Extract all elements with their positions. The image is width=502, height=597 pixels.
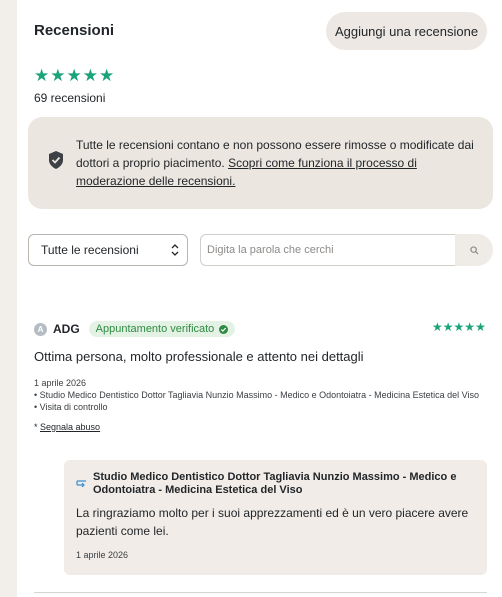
verified-badge-label: Appuntamento verificato <box>95 323 215 335</box>
star-icon: ★ <box>442 320 454 334</box>
avatar: A <box>34 322 47 336</box>
review-meta: 1 aprile 2026 • Studio Medico Dentistico… <box>34 377 479 413</box>
chevron-up-down-icon <box>171 244 179 256</box>
divider <box>34 592 487 593</box>
star-icon: ★ <box>66 66 82 85</box>
search-input[interactable] <box>200 234 456 266</box>
add-review-button[interactable]: Aggiungi una recensione <box>326 12 487 50</box>
search-icon <box>469 245 479 255</box>
reply-arrow-icon <box>76 480 86 488</box>
star-icon: ★ <box>99 66 115 85</box>
reviews-filter-select[interactable]: Tutte le recensioni <box>28 234 188 266</box>
search-button[interactable] <box>455 234 493 266</box>
reply-text: La ringraziamo molto per i suoi apprezza… <box>76 506 469 538</box>
verified-badge: Appuntamento verificato <box>88 321 236 337</box>
doctor-reply: Studio Medico Dentistico Dottor Tagliavi… <box>64 460 487 575</box>
shield-check-icon <box>49 151 63 169</box>
section-title: Recensioni <box>34 22 115 39</box>
star-icon: ★ <box>34 66 50 85</box>
review-date: 1 aprile 2026 <box>34 378 87 388</box>
review-header: A ADG Appuntamento verificato <box>34 321 236 337</box>
report-abuse: * Segnala abuso <box>34 422 101 432</box>
overall-rating: ★ ★ ★ ★ ★ <box>34 67 114 84</box>
check-icon <box>219 324 229 334</box>
reply-date: 1 aprile 2026 <box>76 550 129 560</box>
star-icon: ★ <box>432 320 443 334</box>
review-title: Ottima persona, molto professionale e at… <box>34 349 364 364</box>
review-count: 69 recensioni <box>34 91 106 105</box>
star-icon: ★ <box>82 66 98 85</box>
moderation-info-text: Tutte le recensioni contano e non posson… <box>76 138 474 188</box>
review-location: • Studio Medico Dentistico Dottor Taglia… <box>34 390 480 400</box>
review-author: ADG <box>53 322 80 336</box>
star-icon: ★ <box>453 320 465 334</box>
review-visit: • Visita di controllo <box>34 402 108 412</box>
star-icon: ★ <box>475 320 486 334</box>
star-icon: ★ <box>464 320 476 334</box>
report-abuse-link[interactable]: Segnala abuso <box>40 422 100 432</box>
star-icon: ★ <box>50 66 66 85</box>
review-rating: ★ ★ ★ ★ ★ <box>432 321 486 333</box>
filter-selected-value: Tutte le recensioni <box>41 243 139 257</box>
moderation-info-box: Tutte le recensioni contano e non posson… <box>28 117 493 209</box>
reply-author: Studio Medico Dentistico Dottor Tagliavi… <box>93 471 457 496</box>
